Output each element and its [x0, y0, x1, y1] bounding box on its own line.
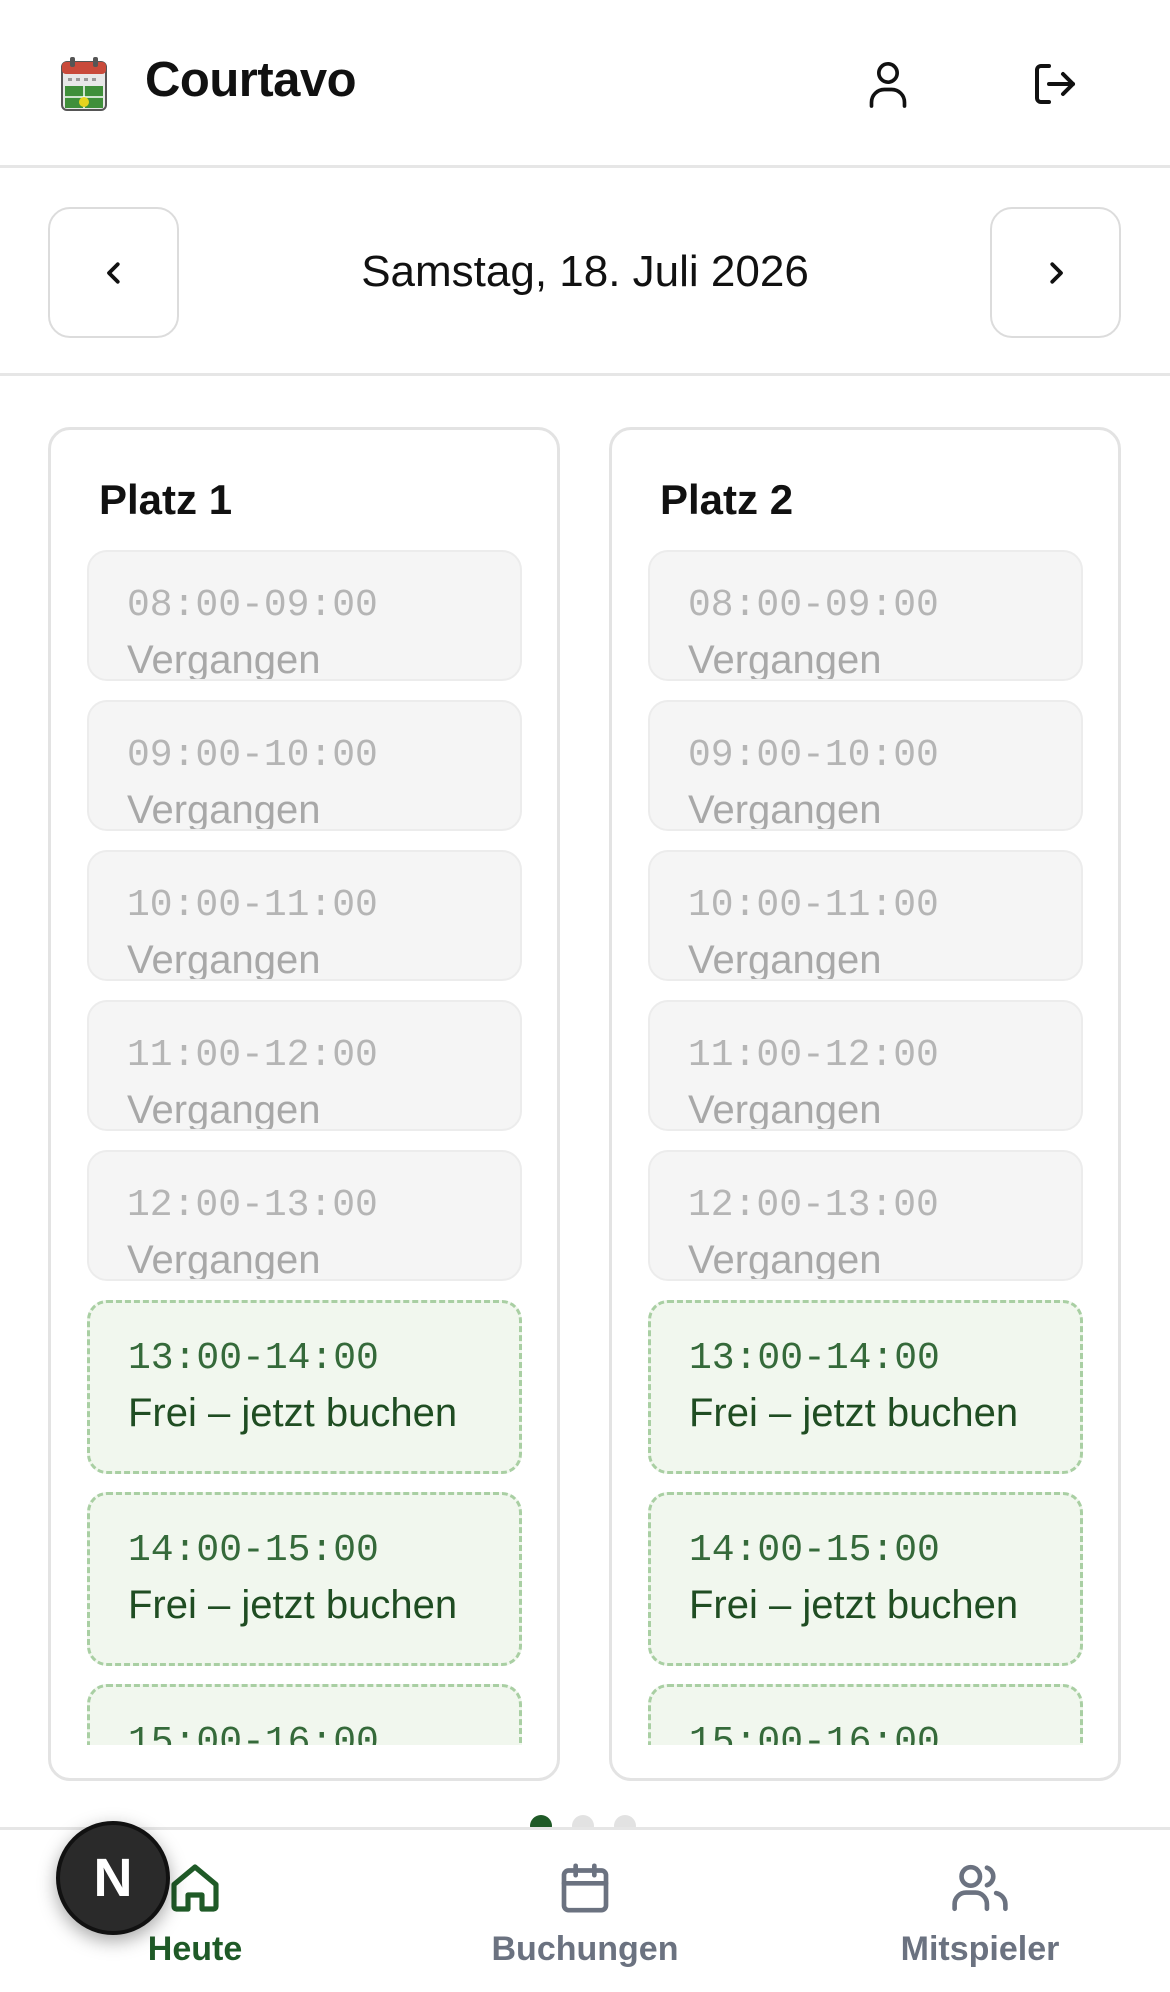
slot-time: 11:00-12:00	[688, 1034, 939, 1077]
user-icon	[869, 62, 907, 108]
time-slot-past: 12:00-13:00 Vergangen	[87, 1150, 522, 1281]
slot-status: Vergangen	[688, 1088, 882, 1131]
nav-item-buchungen[interactable]: Buchungen	[470, 1830, 700, 1992]
court-calendar-logo-icon	[60, 56, 108, 112]
profile-button[interactable]	[858, 54, 918, 114]
previous-day-button[interactable]	[48, 207, 179, 338]
slot-status: Frei – jetzt buchen	[689, 1391, 1019, 1435]
time-slot-past: 11:00-12:00 Vergangen	[87, 1000, 522, 1131]
slot-time: 12:00-13:00	[127, 1184, 378, 1227]
slot-time: 08:00-09:00	[688, 584, 939, 627]
slot-status: Frei – jetzt buchen	[128, 1583, 458, 1627]
time-slot-past: 09:00-10:00 Vergangen	[87, 700, 522, 831]
dev-tools-badge[interactable]: N	[56, 1821, 170, 1935]
time-slot-free-book-button[interactable]: 14:00-15:00 Frei – jetzt buchen	[87, 1492, 522, 1666]
slot-time: 14:00-15:00	[689, 1529, 940, 1572]
slot-status: Vergangen	[688, 938, 882, 981]
slot-status: Frei – jetzt buchen	[128, 1391, 458, 1435]
slot-time: 15:00-16:00	[689, 1721, 940, 1745]
slot-status: Vergangen	[127, 638, 321, 681]
slot-status: Vergangen	[127, 788, 321, 831]
slot-status: Vergangen	[688, 638, 882, 681]
slot-time: 09:00-10:00	[688, 734, 939, 777]
app-title: Courtavo	[145, 53, 357, 107]
time-slot-past: 09:00-10:00 Vergangen	[648, 700, 1083, 831]
time-slot-past: 10:00-11:00 Vergangen	[648, 850, 1083, 981]
calendar-icon	[555, 1858, 615, 1918]
time-slot-free-book-button[interactable]: 13:00-14:00 Frei – jetzt buchen	[87, 1300, 522, 1474]
time-slot-past: 08:00-09:00 Vergangen	[648, 550, 1083, 681]
next-day-button[interactable]	[990, 207, 1121, 338]
slot-list[interactable]: 08:00-09:00 Vergangen 09:00-10:00 Vergan…	[87, 550, 522, 1745]
time-slot-past: 10:00-11:00 Vergangen	[87, 850, 522, 981]
slot-time: 11:00-12:00	[127, 1034, 378, 1077]
slot-status: Vergangen	[688, 1238, 882, 1281]
slot-list[interactable]: 08:00-09:00 Vergangen 09:00-10:00 Vergan…	[648, 550, 1083, 1745]
chevron-right-icon	[1049, 261, 1063, 284]
app-header: Courtavo	[0, 0, 1170, 168]
time-slot-free-book-button[interactable]: 15:00-16:00	[648, 1684, 1083, 1745]
slot-time: 08:00-09:00	[127, 584, 378, 627]
chevron-left-icon	[106, 261, 120, 284]
nav-label: Buchungen	[491, 1930, 679, 1968]
time-slot-past: 12:00-13:00 Vergangen	[648, 1150, 1083, 1281]
bottom-navigation: Heute Buchungen Mitspieler	[0, 1827, 1170, 1992]
nav-label: Heute	[147, 1930, 243, 1968]
home-icon	[165, 1858, 225, 1918]
time-slot-past: 08:00-09:00 Vergangen	[87, 550, 522, 681]
slot-time: 14:00-15:00	[128, 1529, 379, 1572]
nav-item-mitspieler[interactable]: Mitspieler	[870, 1830, 1090, 1992]
slot-status: Vergangen	[127, 1088, 321, 1131]
court-card-platz-1: Platz 1 08:00-09:00 Vergangen 09:00-10:0…	[48, 427, 560, 1781]
time-slot-past: 11:00-12:00 Vergangen	[648, 1000, 1083, 1131]
slot-status: Vergangen	[688, 788, 882, 831]
slot-status: Vergangen	[127, 1238, 321, 1281]
slot-time: 12:00-13:00	[688, 1184, 939, 1227]
slot-time: 09:00-10:00	[127, 734, 378, 777]
time-slot-free-book-button[interactable]: 15:00-16:00	[87, 1684, 522, 1745]
slot-time: 13:00-14:00	[689, 1337, 940, 1380]
slot-time: 15:00-16:00	[128, 1721, 379, 1745]
slot-time: 13:00-14:00	[128, 1337, 379, 1380]
court-title: Platz 1	[99, 476, 233, 523]
time-slot-free-book-button[interactable]: 13:00-14:00 Frei – jetzt buchen	[648, 1300, 1083, 1474]
time-slot-free-book-button[interactable]: 14:00-15:00 Frei – jetzt buchen	[648, 1492, 1083, 1666]
slot-time: 10:00-11:00	[688, 884, 939, 927]
date-navigation: Samstag, 18. Juli 2026	[0, 171, 1170, 376]
logout-button[interactable]	[1025, 54, 1085, 114]
nav-label: Mitspieler	[900, 1930, 1060, 1968]
court-title: Platz 2	[660, 476, 794, 523]
users-icon	[950, 1858, 1010, 1918]
court-card-platz-2: Platz 2 08:00-09:00 Vergangen 09:00-10:0…	[609, 427, 1121, 1781]
logout-icon	[1035, 64, 1075, 104]
slot-status: Frei – jetzt buchen	[689, 1583, 1019, 1627]
slot-time: 10:00-11:00	[127, 884, 378, 927]
current-date: Samstag, 18. Juli 2026	[361, 247, 809, 296]
slot-status: Vergangen	[127, 938, 321, 981]
